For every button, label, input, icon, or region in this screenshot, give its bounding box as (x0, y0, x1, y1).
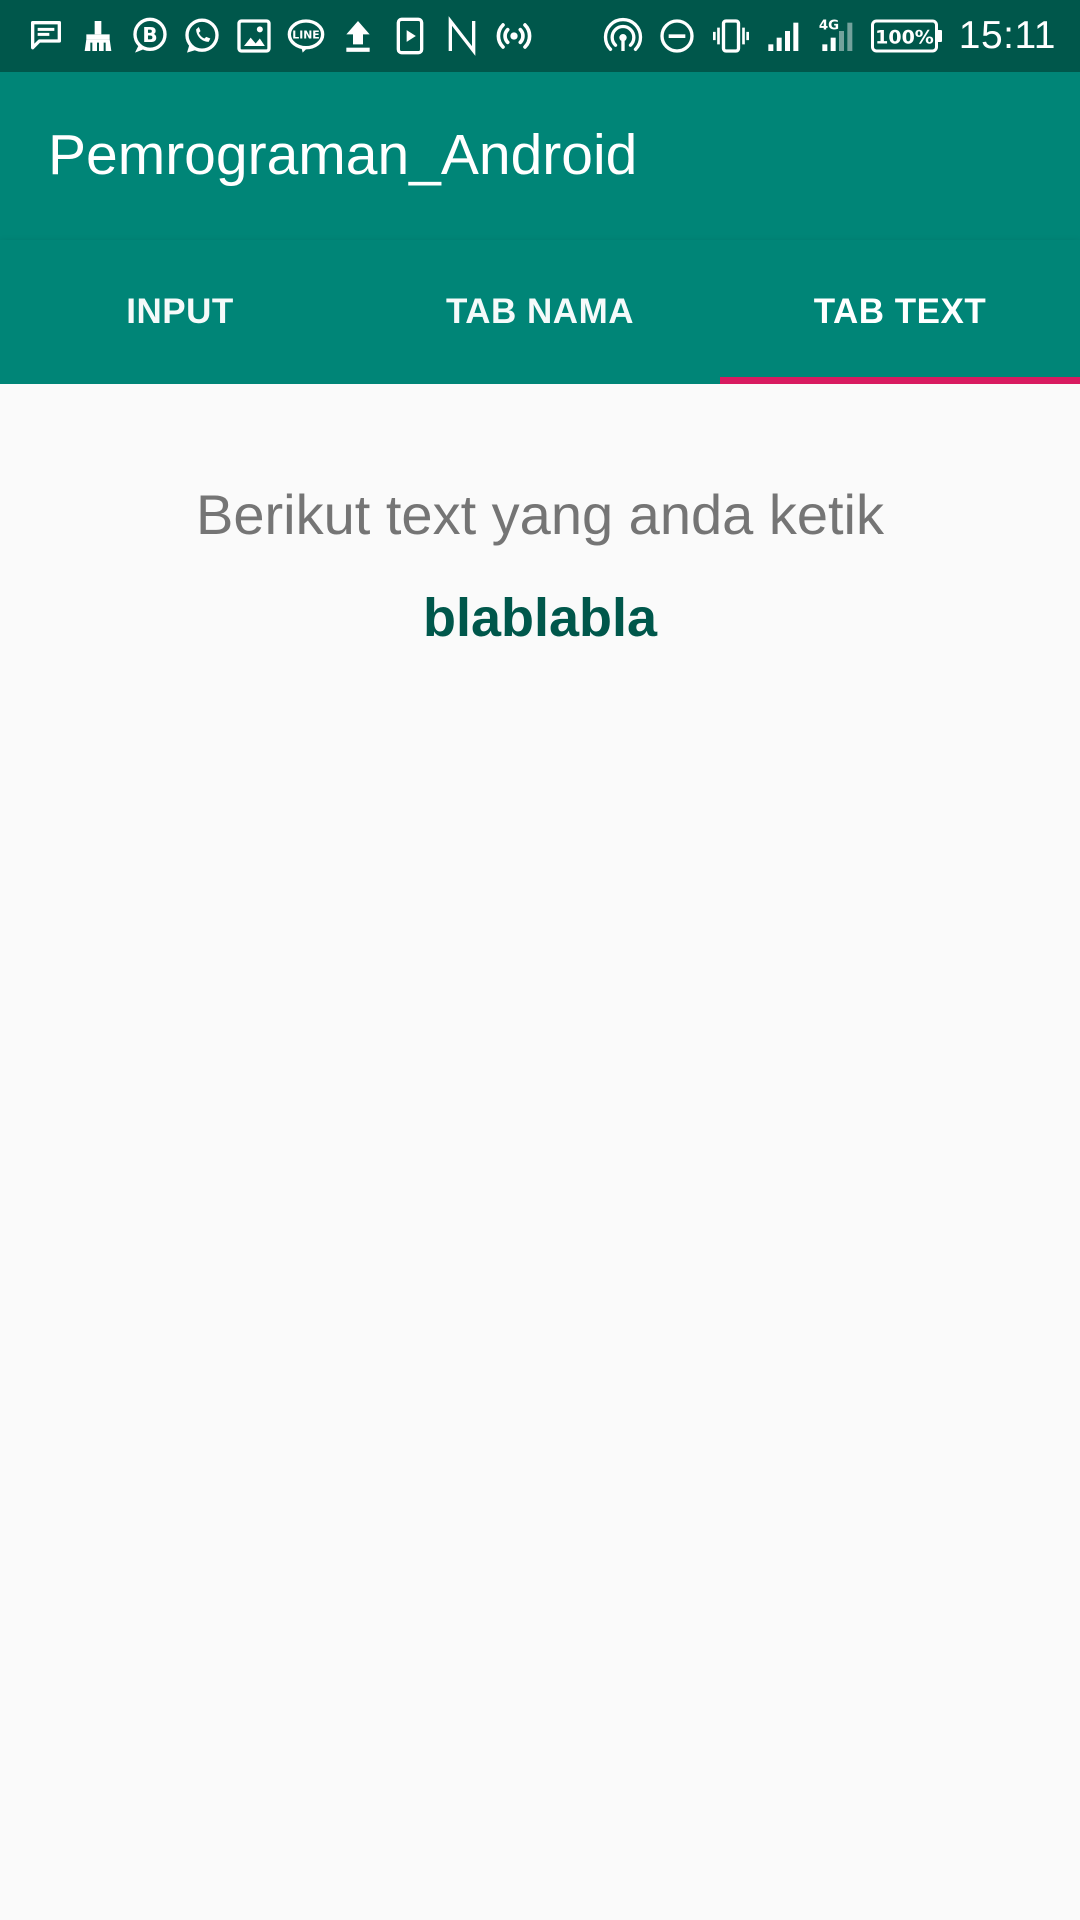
whatsapp-icon (180, 14, 224, 58)
tab-selected-indicator (720, 377, 1080, 384)
upload-icon (336, 14, 380, 58)
signal-icon (763, 14, 807, 58)
status-bar: B LINE 4G 100% 15:11 (0, 0, 1080, 72)
do-not-disturb-icon (655, 14, 699, 58)
app-title: Pemrograman_Android (48, 123, 638, 187)
tab-input[interactable]: INPUT (0, 240, 360, 384)
line-icon: LINE (284, 14, 328, 58)
video-icon (388, 14, 432, 58)
clock: 15:11 (958, 14, 1056, 57)
tab-bar: INPUT TAB NAMA TAB TEXT (0, 240, 1080, 384)
tab-label: TAB NAMA (445, 292, 635, 331)
hotspot-icon (601, 14, 645, 58)
tab-nama[interactable]: TAB NAMA (360, 240, 720, 384)
network-type-label: 4G (819, 18, 839, 33)
gallery-icon (232, 14, 276, 58)
tab-label: INPUT (126, 292, 234, 331)
app-bar: Pemrograman_Android (0, 72, 1080, 240)
bbm-icon: B (128, 14, 172, 58)
tab-content: Berikut text yang anda ketik blablabla (0, 384, 1080, 1920)
battery-level: 100% (875, 27, 934, 49)
prompt-label: Berikut text yang anda ketik (196, 483, 884, 546)
typed-text-value: blablabla (422, 588, 658, 648)
vibrate-icon (709, 14, 753, 58)
battery-icon: 100% (870, 18, 943, 54)
n-icon (440, 14, 484, 58)
svg-text:LINE: LINE (292, 29, 319, 42)
signal-4g-icon: 4G (817, 14, 861, 58)
broadcast-icon (492, 14, 536, 58)
svg-text:B: B (142, 23, 157, 47)
cleaner-icon (76, 14, 120, 58)
notification-icons: B LINE (24, 10, 544, 62)
message-icon (24, 14, 68, 58)
system-icons: 4G 100% 15:11 (601, 10, 1056, 62)
tab-label: TAB TEXT (813, 292, 987, 331)
tab-text[interactable]: TAB TEXT (720, 240, 1080, 384)
